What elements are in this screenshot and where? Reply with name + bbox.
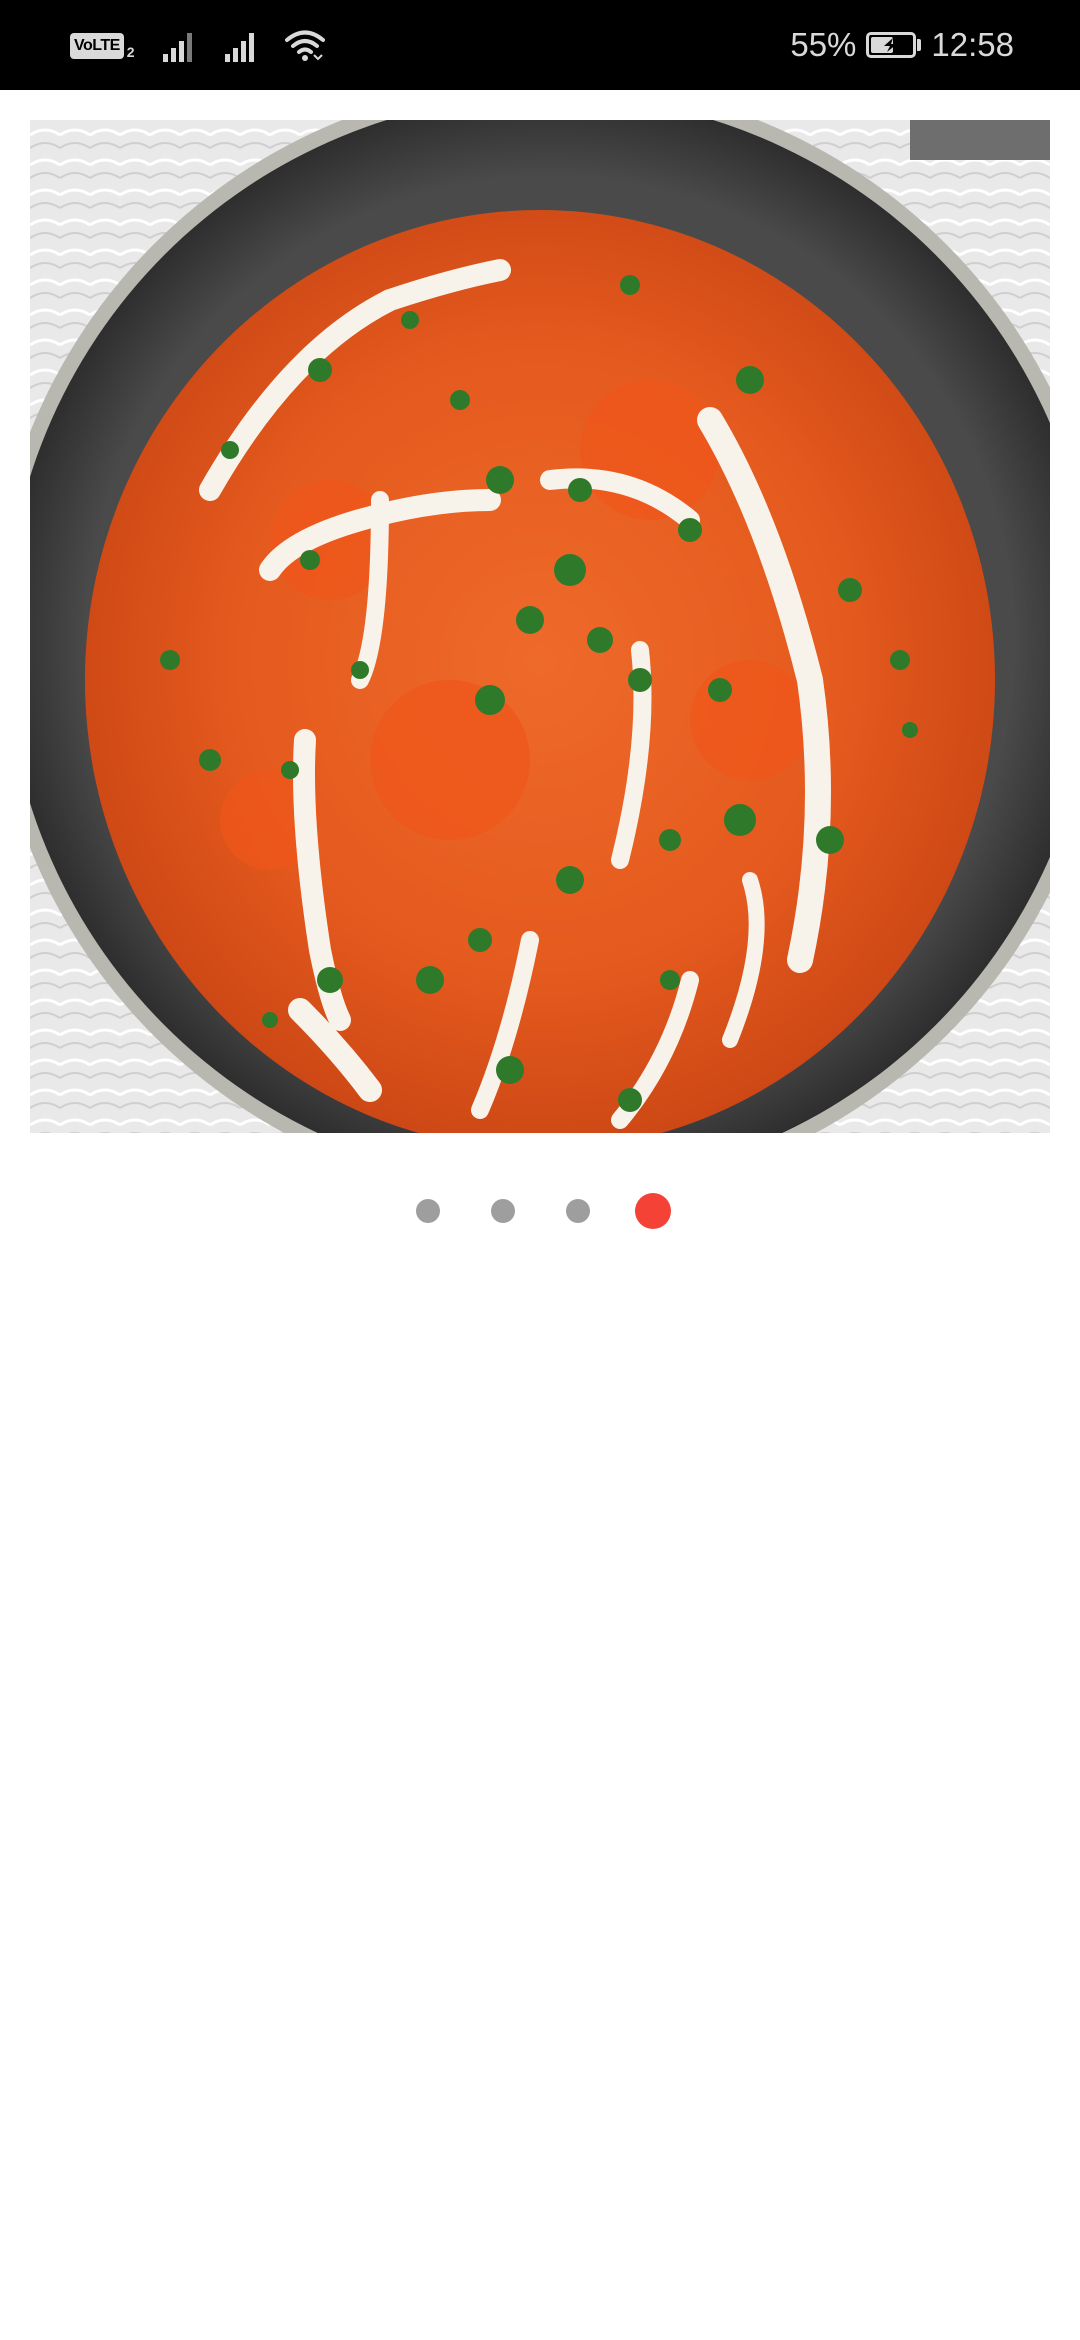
- battery-charging-icon: [866, 32, 922, 58]
- signal-icon: [224, 33, 254, 62]
- page-dot[interactable]: [490, 1199, 515, 1223]
- clock: 12:58: [931, 26, 1014, 63]
- volte-label: VoLTE: [70, 33, 124, 59]
- carousel-page-indicator[interactable]: [0, 1191, 1080, 1231]
- page-dot[interactable]: [415, 1199, 440, 1223]
- status-left-group: VoLTE 2: [70, 26, 325, 66]
- carousel-food-image[interactable]: [30, 120, 1050, 1133]
- status-bar: VoLTE 2 55% 12:58: [0, 0, 1080, 90]
- volte-sim-number: 2: [126, 44, 135, 60]
- status-right-group: 55% 12:58: [790, 22, 1014, 68]
- page-dot[interactable]: [565, 1199, 590, 1223]
- signal-icon: [162, 33, 192, 62]
- battery-percent: 55%: [790, 26, 857, 63]
- wifi-icon: [284, 30, 325, 61]
- page-dot-active[interactable]: [634, 1193, 671, 1229]
- volte-badge: VoLTE 2: [70, 32, 135, 60]
